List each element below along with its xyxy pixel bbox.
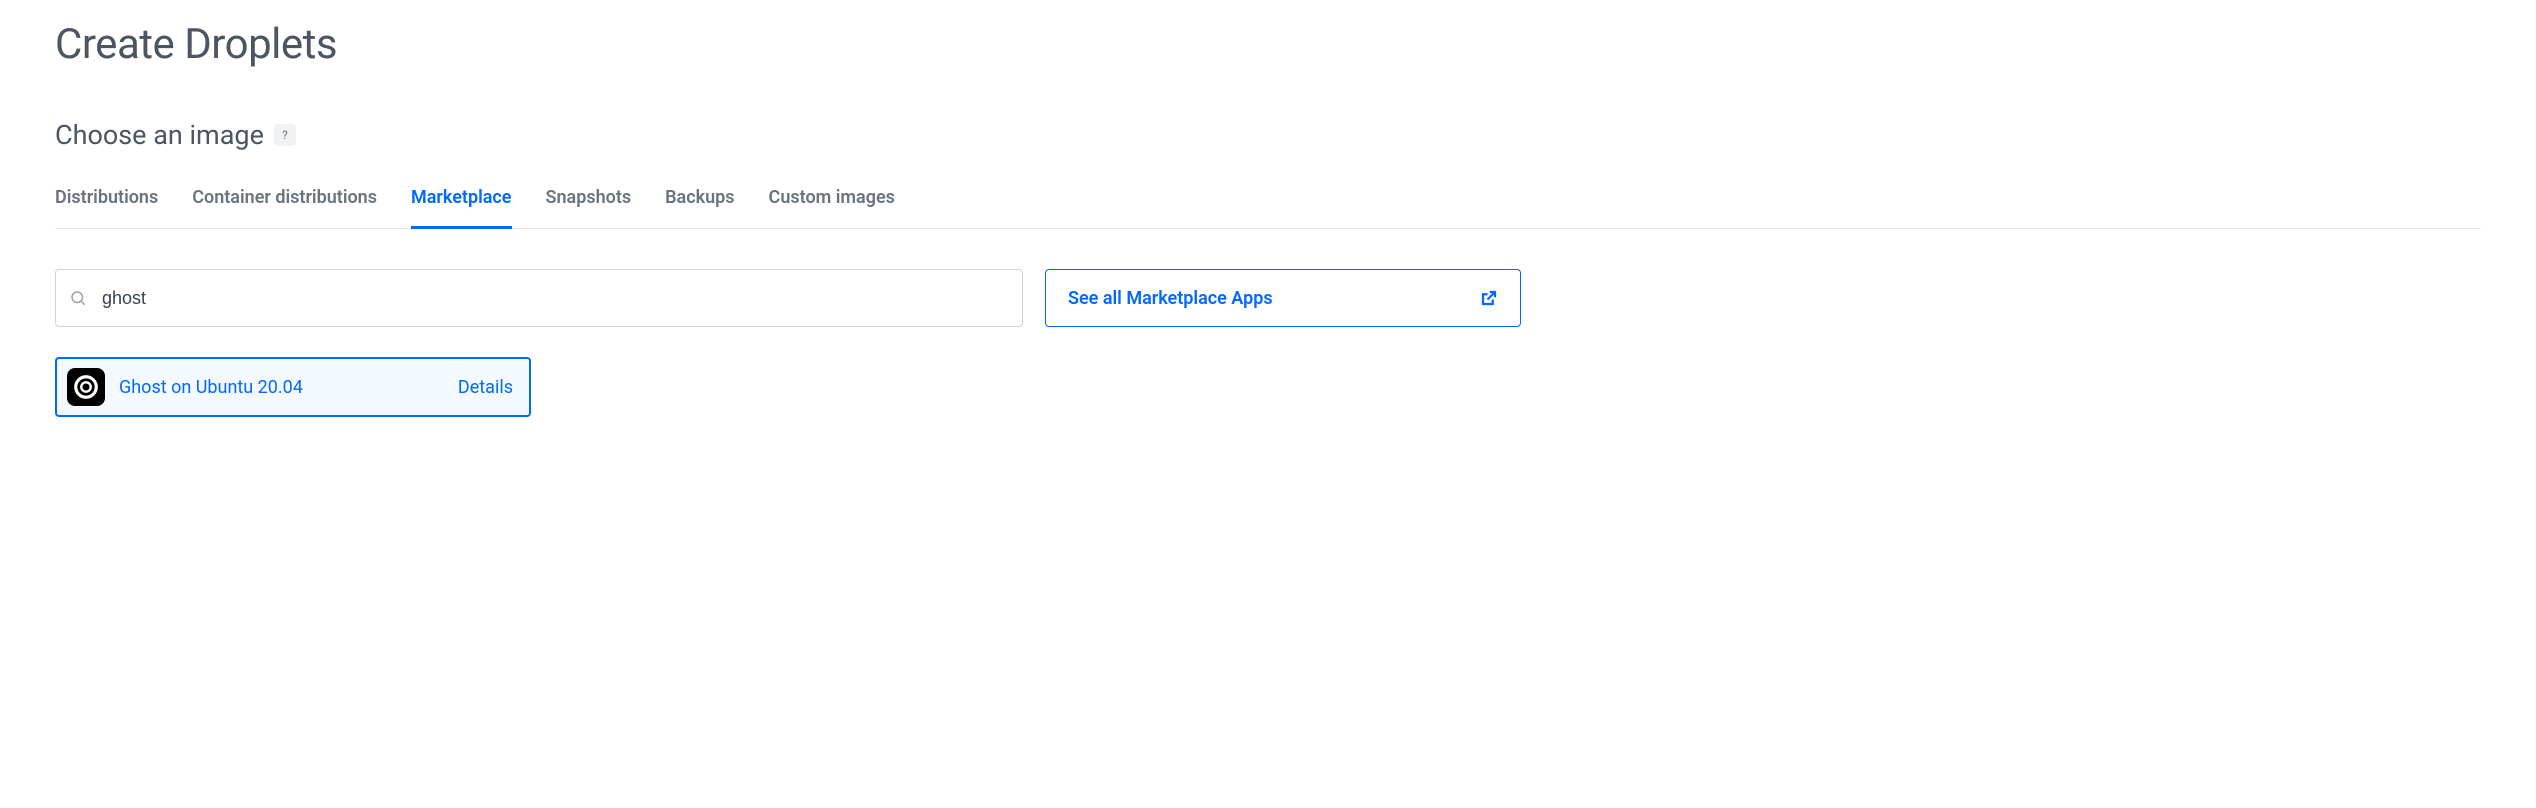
image-tabs: Distributions Container distributions Ma… [55,179,2481,229]
result-card-ghost[interactable]: Ghost on Ubuntu 20.04 Details [55,357,531,417]
ghost-icon [67,368,105,406]
see-all-marketplace-button[interactable]: See all Marketplace Apps [1045,269,1521,327]
external-link-icon [1480,289,1498,307]
tab-custom-images[interactable]: Custom images [769,179,895,229]
tab-marketplace[interactable]: Marketplace [411,179,512,229]
help-icon[interactable]: ? [274,124,296,146]
section-header: Choose an image ? [55,119,2481,151]
search-input[interactable] [55,269,1023,327]
search-row: See all Marketplace Apps [55,269,2481,327]
section-title: Choose an image [55,119,264,151]
see-all-marketplace-label: See all Marketplace Apps [1068,288,1273,309]
search-wrap [55,269,1023,327]
result-name: Ghost on Ubuntu 20.04 [119,377,458,398]
tab-container-distributions[interactable]: Container distributions [192,179,377,229]
tab-backups[interactable]: Backups [665,179,734,229]
page-title: Create Droplets [55,20,2481,69]
tab-distributions[interactable]: Distributions [55,179,158,229]
tab-snapshots[interactable]: Snapshots [546,179,632,229]
result-details-link[interactable]: Details [458,377,513,398]
